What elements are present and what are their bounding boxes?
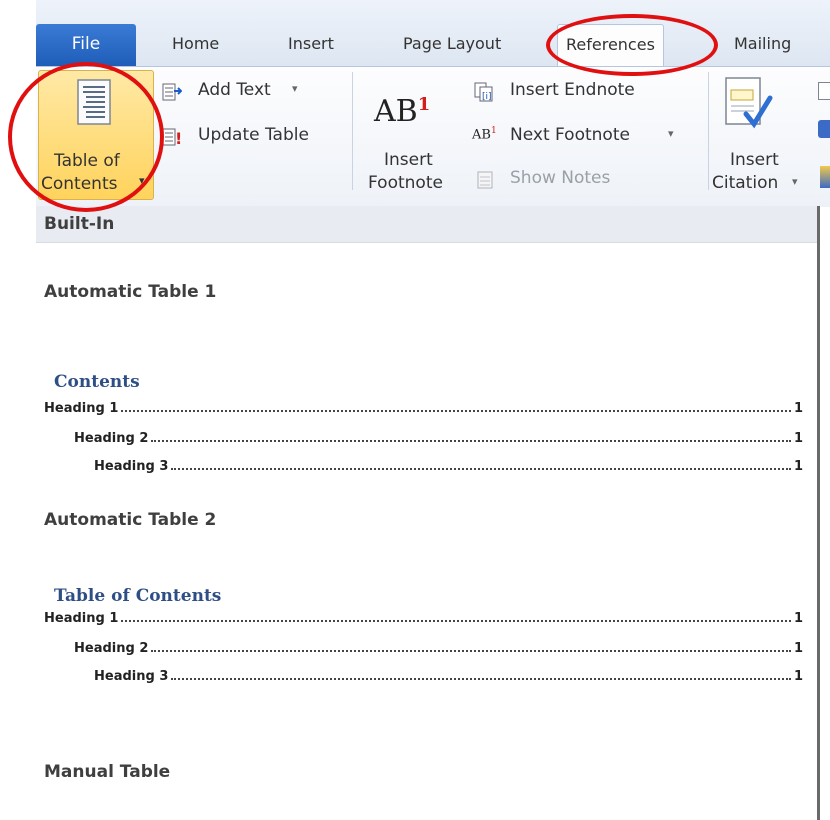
update-table-button[interactable]: Update Table [198,125,309,145]
toc-line-label: Heading 3 [94,459,169,474]
toc-preview-heading: Contents [54,372,140,392]
gallery-item-title: Automatic Table 2 [44,510,217,530]
toc-line-page: 1 [793,669,803,684]
tab-home[interactable]: Home [172,28,219,60]
insert-citation-line1: Insert [730,150,779,170]
chevron-down-icon: ▾ [792,175,798,188]
svg-text:!: ! [175,129,182,147]
group-separator [708,72,709,190]
gallery-item-manual-table[interactable]: Manual Table [36,746,817,820]
gallery-item-title: Manual Table [44,762,171,782]
toc-line-label: Heading 3 [94,669,169,684]
insert-footnote-button[interactable]: AB1 Insert Footnote [362,70,462,200]
toc-leader-dots [121,620,791,622]
gallery-section-header: Built-In [36,206,817,243]
toc-leader-dots [151,650,791,652]
tab-mailings[interactable]: Mailing [734,28,791,60]
manage-sources-icon[interactable] [818,82,830,100]
tab-file[interactable]: File [36,24,136,66]
footnote-ab-glyph: AB [374,94,418,129]
group-separator [352,72,353,190]
annotation-circle-references [546,14,718,76]
toc-line-label: Heading 2 [74,641,149,656]
svg-text:[i]: [i] [482,92,492,102]
add-text-button[interactable]: Add Text [198,80,271,100]
update-table-icon: ! [162,128,182,147]
toc-line-label: Heading 1 [44,401,119,416]
show-notes-icon [477,171,493,189]
toc-line-label: Heading 1 [44,611,119,626]
style-icon[interactable] [818,120,830,138]
footnote-ab-icon: AB1 [374,94,430,129]
toc-preview-line: Heading 2 1 [74,640,803,656]
insert-footnote-line2: Footnote [368,173,443,193]
add-text-icon [162,83,182,101]
toc-line-page: 1 [793,431,803,446]
next-footnote-icon: AB1 [472,126,497,143]
toc-leader-dots [121,410,791,412]
tab-page-layout[interactable]: Page Layout [403,28,501,60]
table-of-contents-gallery: Built-In Automatic Table 1 Contents Head… [36,206,820,820]
insert-endnote-button[interactable]: Insert Endnote [510,80,635,100]
gallery-item-automatic-table-1[interactable]: Automatic Table 1 Contents Heading 1 1 He… [36,244,817,474]
insert-citation-icon [725,77,773,129]
show-notes-button[interactable]: Show Notes [510,168,610,188]
insert-endnote-icon: [i] [474,82,493,102]
toc-preview-line: Heading 3 1 [94,668,803,684]
built-in-label: Built-In [44,214,115,234]
chevron-down-icon[interactable]: ▾ [668,127,674,140]
toc-leader-dots [151,440,791,442]
tab-insert[interactable]: Insert [288,28,334,60]
toc-leader-dots [171,678,791,680]
toc-line-label: Heading 2 [74,431,149,446]
insert-citation-line2: Citation [712,173,779,193]
insert-footnote-line1: Insert [384,150,433,170]
toc-preview-line: Heading 1 1 [44,610,803,626]
next-footnote-button[interactable]: Next Footnote [510,125,630,145]
bibliography-icon[interactable] [820,166,830,188]
toc-leader-dots [171,468,791,470]
toc-preview-line: Heading 2 1 [74,430,803,446]
chevron-down-icon[interactable]: ▾ [292,82,298,95]
toc-line-page: 1 [793,459,803,474]
toc-line-page: 1 [793,401,803,416]
toc-preview-heading: Table of Contents [54,586,222,606]
annotation-circle-toc [8,62,164,212]
gallery-item-automatic-table-2[interactable]: Automatic Table 2 Table of Contents Head… [36,494,817,704]
toc-preview-line: Heading 3 1 [94,458,803,474]
toc-line-page: 1 [793,641,803,656]
toc-preview-line: Heading 1 1 [44,400,803,416]
toc-line-page: 1 [793,611,803,626]
insert-citation-button[interactable]: Insert Citation ▾ [712,70,814,200]
gallery-item-title: Automatic Table 1 [44,282,217,302]
footnote-superscript: 1 [417,94,431,115]
